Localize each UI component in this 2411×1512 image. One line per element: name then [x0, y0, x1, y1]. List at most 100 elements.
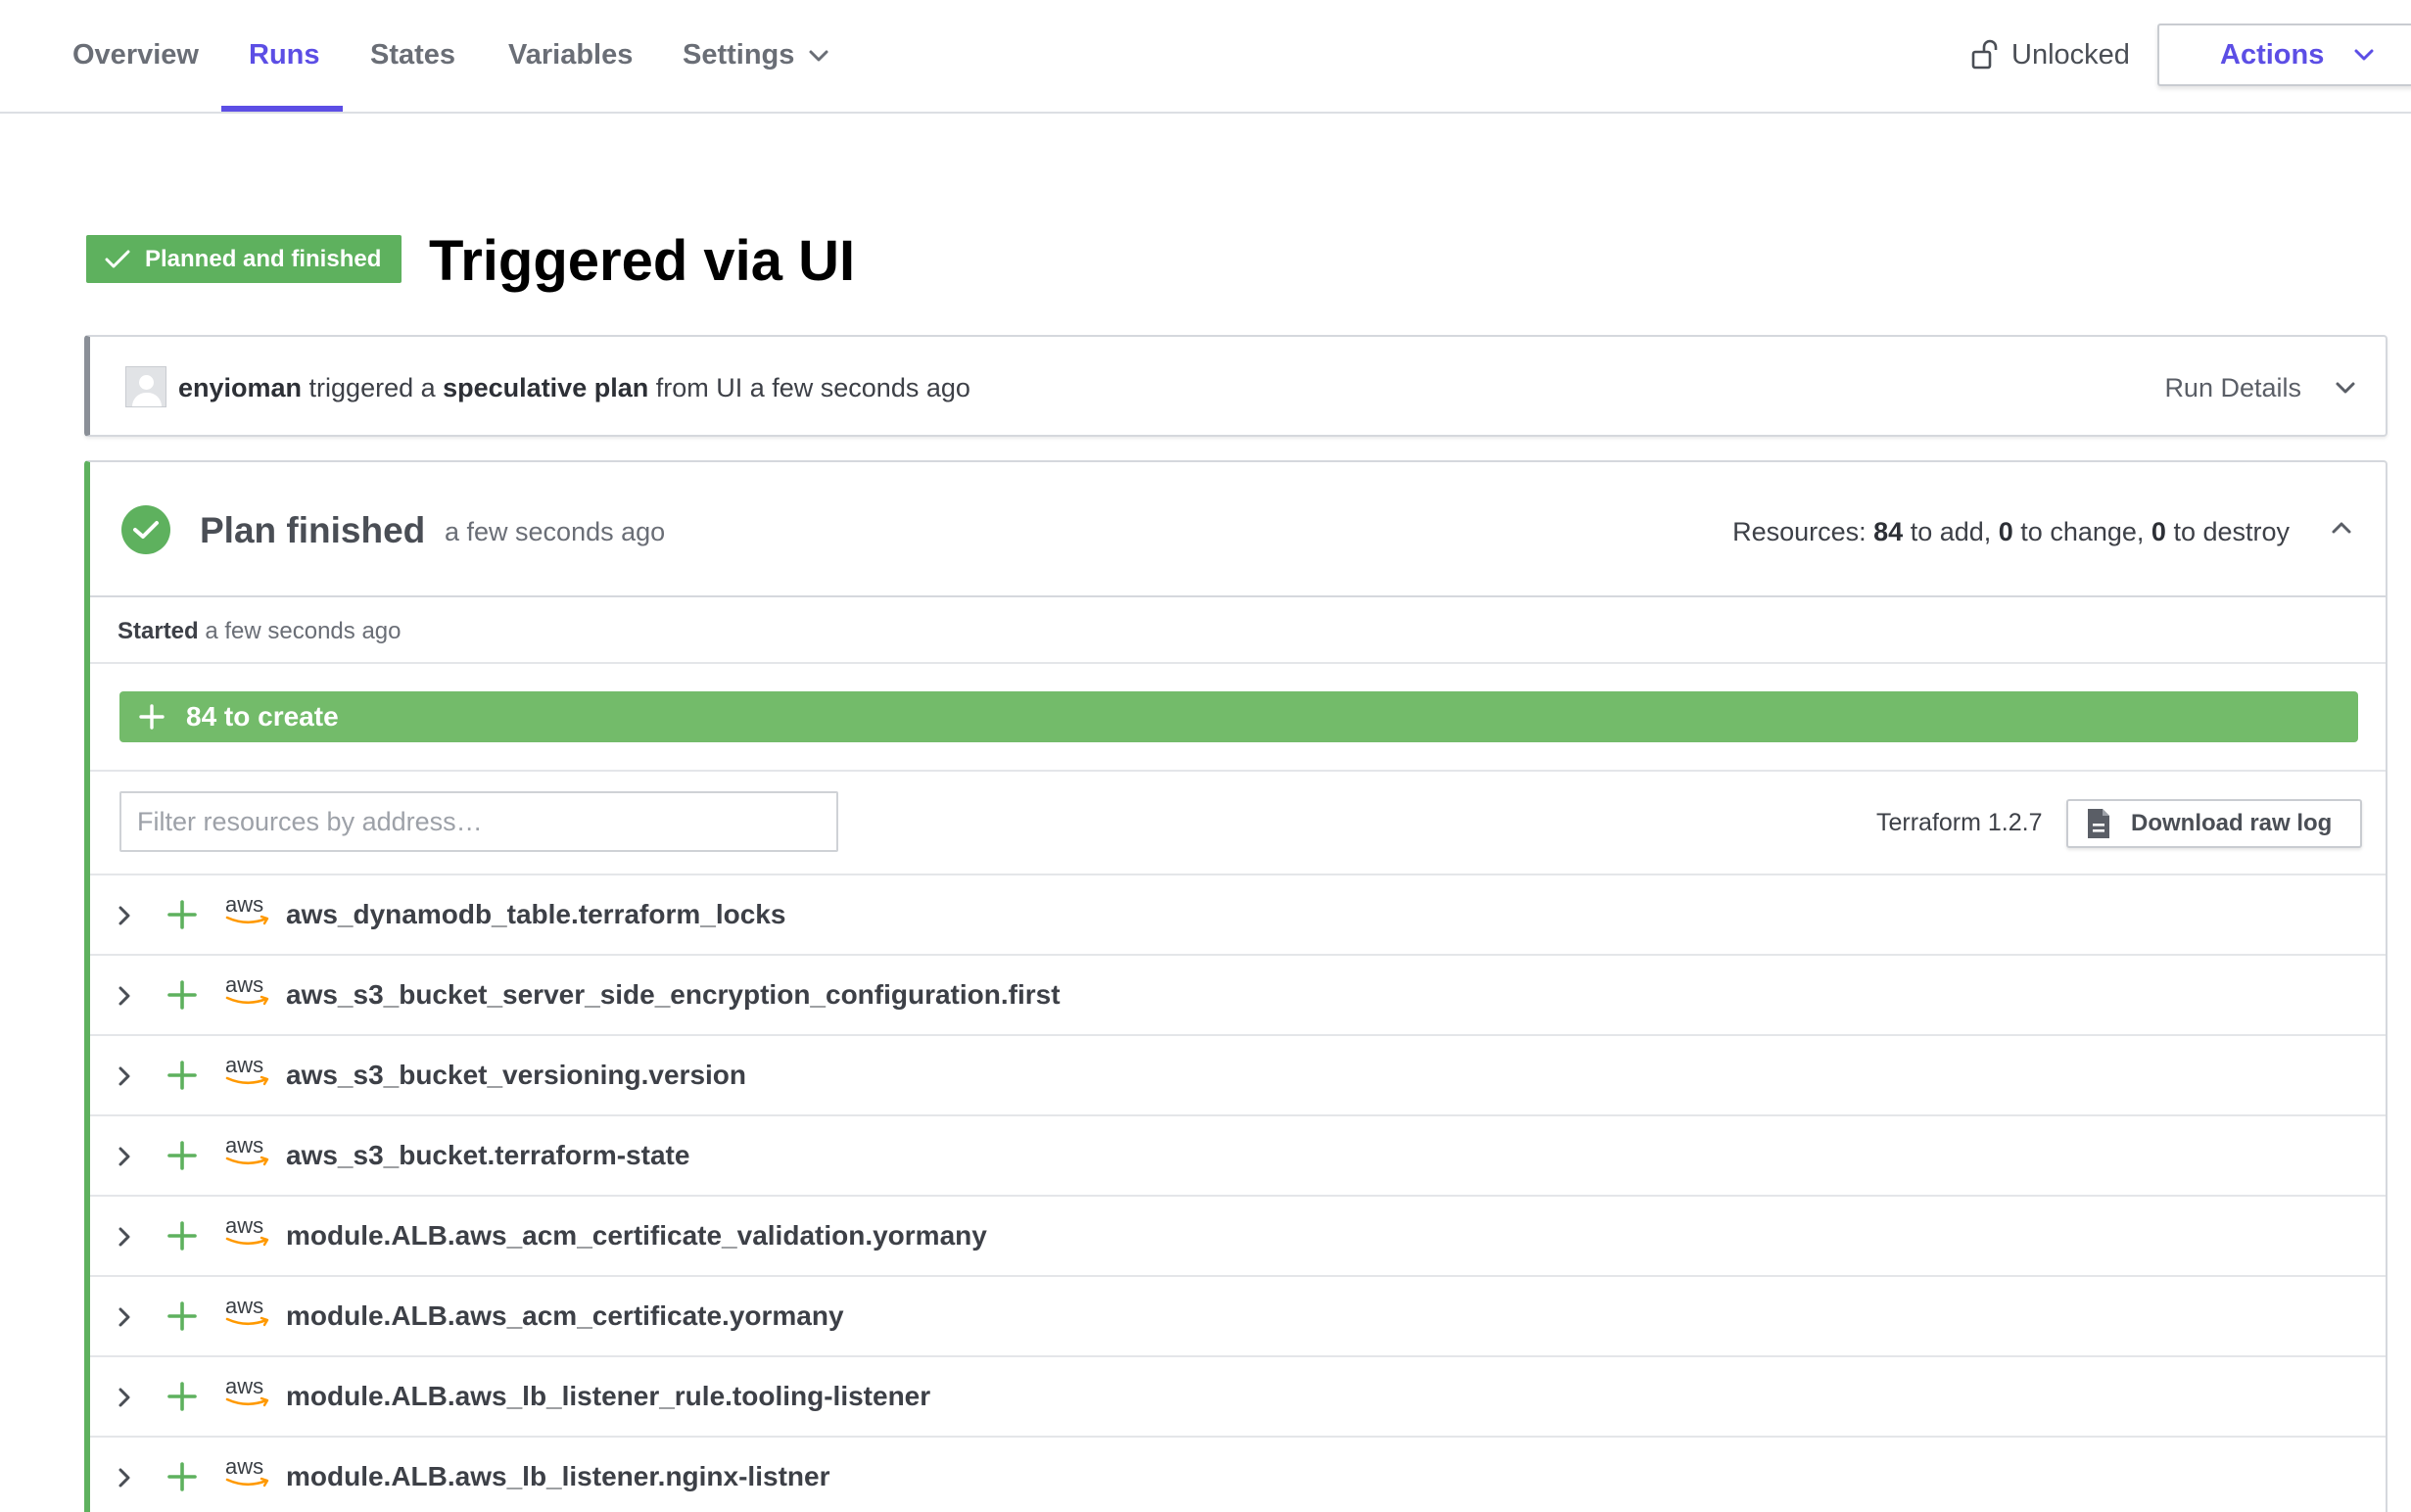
- resource-address: aws_s3_bucket.terraform-state: [286, 1140, 690, 1170]
- resources-summary: Resources: 84 to add, 0 to change, 0 to …: [1732, 515, 2290, 548]
- resource-address: aws_s3_bucket_server_side_encryption_con…: [286, 979, 1061, 1010]
- chevron-right-icon[interactable]: [118, 1306, 131, 1328]
- started-info: Started a few seconds ago: [118, 617, 402, 646]
- tab-states[interactable]: States: [370, 35, 455, 74]
- lock-label: Unlocked: [2011, 39, 2130, 71]
- checkmark-icon: [105, 250, 130, 267]
- trigger-user[interactable]: enyioman: [178, 373, 302, 402]
- chevron-right-icon[interactable]: [118, 1467, 131, 1488]
- aws-logo-text: aws: [225, 1213, 264, 1238]
- create-summary-label: 84 to create: [186, 701, 339, 732]
- resource-address: module.ALB.aws_lb_listener.nginx-listner: [286, 1461, 830, 1491]
- terraform-version: Terraform 1.2.7: [1876, 809, 2043, 836]
- tab-runs[interactable]: Runs: [249, 35, 320, 74]
- chevron-down-icon: [809, 50, 828, 62]
- resources-destroy-count: 0: [2151, 517, 2166, 546]
- actions-dropdown-button[interactable]: Actions: [2157, 24, 2411, 86]
- resource-row[interactable]: aws module.ALB.aws_acm_certificate.yorman…: [90, 1275, 2386, 1355]
- page-title: Triggered via UI: [429, 229, 856, 293]
- resource-row[interactable]: aws aws_s3_bucket_versioning.version: [90, 1034, 2386, 1114]
- aws-logo: aws: [225, 973, 272, 1011]
- resource-address: aws_s3_bucket_versioning.version: [286, 1060, 746, 1090]
- chevron-down-icon: [2354, 49, 2374, 61]
- aws-logo-text: aws: [225, 892, 264, 917]
- run-details-toggle[interactable]: Run Details: [2164, 370, 2356, 405]
- lock-status[interactable]: Unlocked: [1970, 33, 2130, 76]
- aws-logo: aws: [225, 1455, 272, 1492]
- resource-row[interactable]: aws aws_s3_bucket_server_side_encryption_…: [90, 954, 2386, 1034]
- plus-icon: [139, 704, 165, 730]
- status-badge-label: Planned and finished: [145, 245, 382, 272]
- unlock-icon: [1971, 39, 1998, 70]
- resources-change-count: 0: [1998, 517, 2013, 546]
- resource-row[interactable]: aws module.ALB.aws_acm_certificate_valida…: [90, 1195, 2386, 1275]
- plan-header: Plan finished a few seconds ago Resource…: [90, 462, 2386, 597]
- resources-add-count: 84: [1873, 517, 1904, 546]
- trigger-summary: enyioman triggered a speculative plan fr…: [178, 370, 970, 405]
- started-time: a few seconds ago: [198, 618, 402, 644]
- chevron-right-icon[interactable]: [118, 1226, 131, 1248]
- resource-row[interactable]: aws module.ALB.aws_lb_listener.nginx-list…: [90, 1436, 2386, 1512]
- top-nav: Overview Runs States Variables Settings …: [0, 0, 2411, 114]
- trigger-text-1: triggered a: [302, 373, 444, 402]
- tab-settings[interactable]: Settings: [683, 35, 829, 74]
- aws-logo-text: aws: [225, 1053, 264, 1077]
- resource-row[interactable]: aws module.ALB.aws_lb_listener_rule.tooli…: [90, 1355, 2386, 1436]
- aws-logo-text: aws: [225, 1133, 264, 1158]
- resource-row[interactable]: aws aws_dynamodb_table.terraform_locks: [90, 874, 2386, 954]
- aws-logo-text: aws: [225, 1294, 264, 1318]
- chevron-right-icon[interactable]: [118, 905, 131, 926]
- plus-icon: [167, 1061, 197, 1090]
- tab-settings-label: Settings: [683, 39, 795, 71]
- resources-destroy-label: to destroy: [2165, 517, 2290, 546]
- divider: [90, 770, 2386, 772]
- plus-icon: [167, 1301, 197, 1331]
- resource-address: module.ALB.aws_acm_certificate_validatio…: [286, 1220, 987, 1251]
- download-label: Download raw log: [2131, 810, 2333, 836]
- document-icon: [2088, 809, 2109, 838]
- tab-overview[interactable]: Overview: [72, 35, 199, 74]
- resources-prefix: Resources:: [1732, 517, 1874, 546]
- aws-logo: aws: [225, 1134, 272, 1171]
- avatar: [125, 366, 166, 407]
- download-raw-log-button[interactable]: Download raw log: [2066, 799, 2362, 848]
- plus-icon: [167, 1462, 197, 1491]
- plan-title: Plan finished: [200, 510, 426, 550]
- aws-logo: aws: [225, 1295, 272, 1332]
- chevron-up-icon[interactable]: [2331, 521, 2352, 535]
- plus-icon: [167, 980, 197, 1010]
- resource-address: aws_dynamodb_table.terraform_locks: [286, 899, 786, 929]
- run-details-label: Run Details: [2164, 373, 2301, 402]
- trigger-card: enyioman triggered a speculative plan fr…: [84, 335, 2387, 437]
- create-summary-bar[interactable]: 84 to create: [119, 691, 2358, 742]
- active-tab-indicator: [221, 106, 343, 112]
- trigger-text-2: from UI a few seconds ago: [648, 373, 970, 402]
- tab-variables[interactable]: Variables: [508, 35, 633, 74]
- chevron-right-icon[interactable]: [118, 1146, 131, 1167]
- aws-logo-text: aws: [225, 1454, 264, 1479]
- resources-add-label: to add,: [1903, 517, 1999, 546]
- divider: [90, 662, 2386, 664]
- plan-card: Plan finished a few seconds ago Resource…: [84, 460, 2387, 1512]
- aws-logo: aws: [225, 893, 272, 930]
- plus-icon: [167, 1221, 197, 1251]
- resource-address: module.ALB.aws_acm_certificate.yormany: [286, 1300, 844, 1331]
- filter-resources-input[interactable]: [119, 791, 838, 852]
- resource-address: module.ALB.aws_lb_listener_rule.tooling-…: [286, 1381, 931, 1411]
- resource-list: aws aws_dynamodb_table.terraform_locks aws…: [90, 874, 2386, 1512]
- chevron-right-icon[interactable]: [118, 1387, 131, 1408]
- plan-time: a few seconds ago: [445, 517, 666, 546]
- aws-logo: aws: [225, 1375, 272, 1412]
- plus-icon: [167, 1382, 197, 1411]
- actions-label: Actions: [2220, 38, 2325, 71]
- chevron-right-icon[interactable]: [118, 985, 131, 1007]
- aws-logo-text: aws: [225, 972, 264, 997]
- aws-logo: aws: [225, 1214, 272, 1252]
- chevron-right-icon[interactable]: [118, 1065, 131, 1087]
- trigger-plan-type: speculative plan: [443, 373, 649, 402]
- chevron-down-icon: [2336, 382, 2355, 394]
- aws-logo-text: aws: [225, 1374, 264, 1398]
- resource-row[interactable]: aws aws_s3_bucket.terraform-state: [90, 1114, 2386, 1195]
- resources-change-label: to change,: [2012, 517, 2151, 546]
- status-badge: Planned and finished: [86, 235, 402, 283]
